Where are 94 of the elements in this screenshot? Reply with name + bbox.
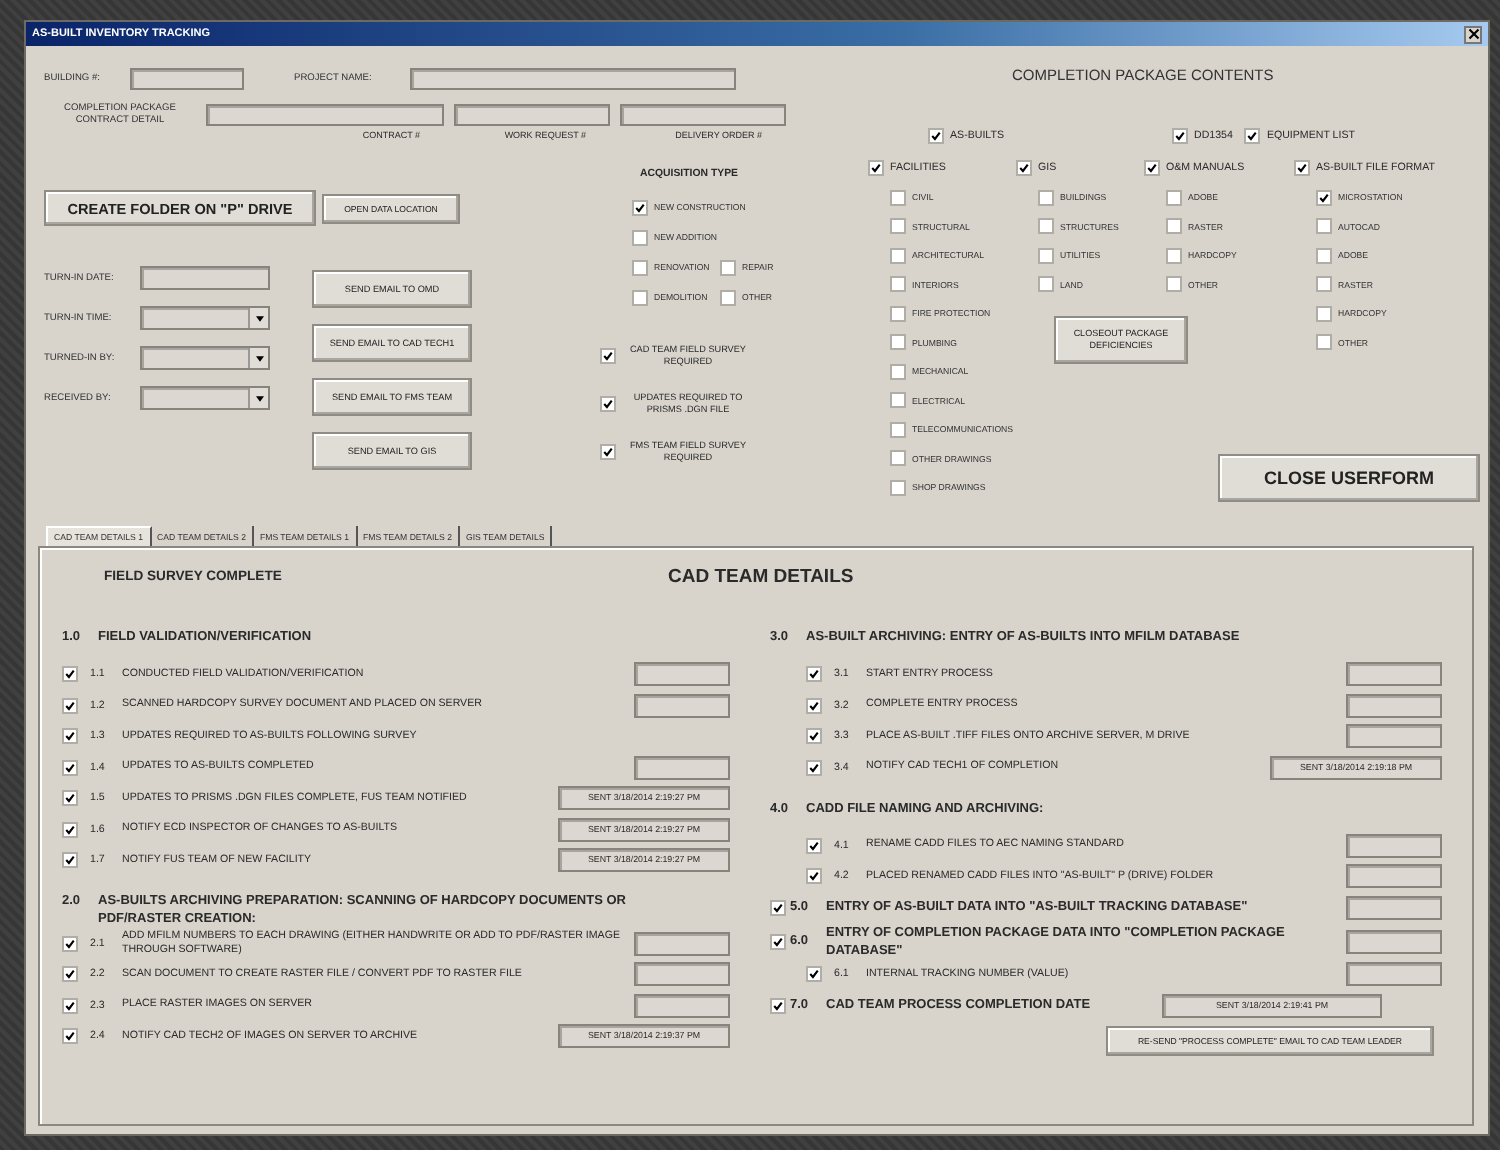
checkbox[interactable] bbox=[1316, 247, 1332, 264]
input-field[interactable] bbox=[1346, 962, 1442, 987]
checkbox[interactable] bbox=[890, 247, 906, 264]
checkbox[interactable] bbox=[1316, 305, 1332, 322]
input-field[interactable] bbox=[634, 962, 730, 987]
project-name-field[interactable] bbox=[410, 67, 736, 89]
checkbox[interactable] bbox=[62, 852, 78, 869]
checkbox[interactable] bbox=[1316, 334, 1332, 351]
checkbox[interactable] bbox=[1316, 276, 1332, 293]
dropdown-arrow-icon bbox=[255, 355, 263, 361]
checkbox[interactable] bbox=[806, 837, 822, 854]
checkbox[interactable] bbox=[806, 728, 822, 745]
checkbox[interactable] bbox=[62, 790, 78, 807]
checkbox[interactable] bbox=[890, 392, 906, 409]
input-field[interactable] bbox=[206, 104, 444, 126]
checkbox[interactable] bbox=[1166, 276, 1182, 293]
checkbox[interactable] bbox=[806, 697, 822, 714]
checkbox[interactable] bbox=[62, 666, 78, 683]
checkbox[interactable] bbox=[806, 759, 822, 776]
checkbox[interactable] bbox=[890, 363, 906, 380]
checkbox[interactable] bbox=[1166, 189, 1182, 206]
checkbox[interactable] bbox=[1166, 247, 1182, 264]
checkbox[interactable] bbox=[770, 899, 786, 916]
checkbox[interactable] bbox=[890, 189, 906, 206]
checkbox[interactable] bbox=[720, 259, 736, 275]
checkbox[interactable] bbox=[1144, 160, 1160, 177]
input-field[interactable] bbox=[1346, 895, 1442, 920]
checkbox[interactable] bbox=[62, 997, 78, 1014]
checkbox[interactable] bbox=[770, 933, 786, 949]
input-field[interactable] bbox=[634, 693, 730, 718]
dropdown-arrow-icon bbox=[255, 395, 263, 401]
checkbox[interactable] bbox=[600, 348, 616, 364]
input-field[interactable] bbox=[634, 931, 730, 956]
checkbox[interactable] bbox=[1294, 160, 1310, 177]
checkbox[interactable] bbox=[928, 128, 944, 144]
checkbox[interactable] bbox=[632, 289, 648, 305]
checkbox[interactable] bbox=[1316, 189, 1332, 206]
input-field[interactable] bbox=[454, 104, 610, 126]
building-number-field[interactable] bbox=[130, 67, 244, 89]
checkbox[interactable] bbox=[890, 276, 906, 293]
close-userform-button[interactable]: CLOSE USERFORM bbox=[1218, 454, 1480, 502]
checkbox[interactable] bbox=[890, 479, 906, 496]
input-field[interactable] bbox=[634, 755, 730, 780]
checkbox[interactable] bbox=[890, 421, 906, 438]
checkbox[interactable] bbox=[62, 728, 78, 745]
input-field[interactable] bbox=[1346, 662, 1442, 687]
dropdown-button[interactable] bbox=[248, 308, 268, 328]
checkbox[interactable] bbox=[1016, 160, 1032, 177]
checkbox[interactable] bbox=[890, 218, 906, 235]
checkbox[interactable] bbox=[1244, 128, 1261, 144]
checkbox[interactable] bbox=[1316, 218, 1332, 235]
checkbox[interactable] bbox=[890, 334, 906, 351]
dropdown-button[interactable] bbox=[248, 388, 268, 408]
checkbox[interactable] bbox=[1038, 276, 1054, 293]
checkbox[interactable] bbox=[1038, 218, 1054, 235]
panel-title: CAD TEAM DETAILS bbox=[668, 566, 854, 588]
checkbox[interactable] bbox=[62, 821, 78, 838]
input-field[interactable] bbox=[1346, 724, 1442, 749]
checkbox[interactable] bbox=[806, 868, 822, 885]
input-field[interactable] bbox=[1346, 833, 1442, 858]
input-field[interactable] bbox=[1346, 929, 1442, 953]
dropdown-button[interactable] bbox=[248, 348, 268, 368]
checkbox[interactable] bbox=[1166, 218, 1182, 235]
checkbox[interactable] bbox=[632, 259, 648, 275]
checkbox[interactable] bbox=[600, 444, 616, 460]
checkbox[interactable] bbox=[632, 199, 648, 215]
checkbox[interactable] bbox=[890, 450, 906, 467]
checkbox[interactable] bbox=[62, 966, 78, 983]
checkbox[interactable] bbox=[600, 396, 616, 412]
checkbox[interactable] bbox=[1172, 128, 1188, 144]
checkbox[interactable] bbox=[806, 666, 822, 683]
input-field[interactable] bbox=[634, 993, 730, 1018]
dropdown-arrow-icon bbox=[255, 315, 263, 321]
checkbox[interactable] bbox=[1038, 189, 1054, 206]
checkbox[interactable] bbox=[720, 289, 736, 305]
checkbox[interactable] bbox=[770, 997, 786, 1014]
checkbox[interactable] bbox=[62, 697, 78, 714]
checkbox[interactable] bbox=[62, 1028, 78, 1045]
checkbox[interactable] bbox=[62, 935, 78, 952]
dropdown-field[interactable] bbox=[140, 386, 270, 410]
input-field[interactable] bbox=[620, 104, 786, 126]
checkbox[interactable] bbox=[868, 160, 884, 177]
checkbox[interactable] bbox=[62, 759, 78, 776]
input-field[interactable] bbox=[1346, 693, 1442, 718]
date-field[interactable] bbox=[140, 266, 270, 290]
checkbox[interactable] bbox=[1038, 247, 1054, 264]
checkbox[interactable] bbox=[890, 305, 906, 322]
input-field[interactable] bbox=[634, 662, 730, 687]
checkbox[interactable] bbox=[632, 229, 648, 245]
dropdown-field[interactable] bbox=[140, 346, 270, 370]
input-field[interactable] bbox=[1346, 864, 1442, 889]
checkbox[interactable] bbox=[806, 966, 822, 983]
dropdown-field[interactable] bbox=[140, 306, 270, 330]
close-button[interactable] bbox=[1464, 25, 1482, 43]
